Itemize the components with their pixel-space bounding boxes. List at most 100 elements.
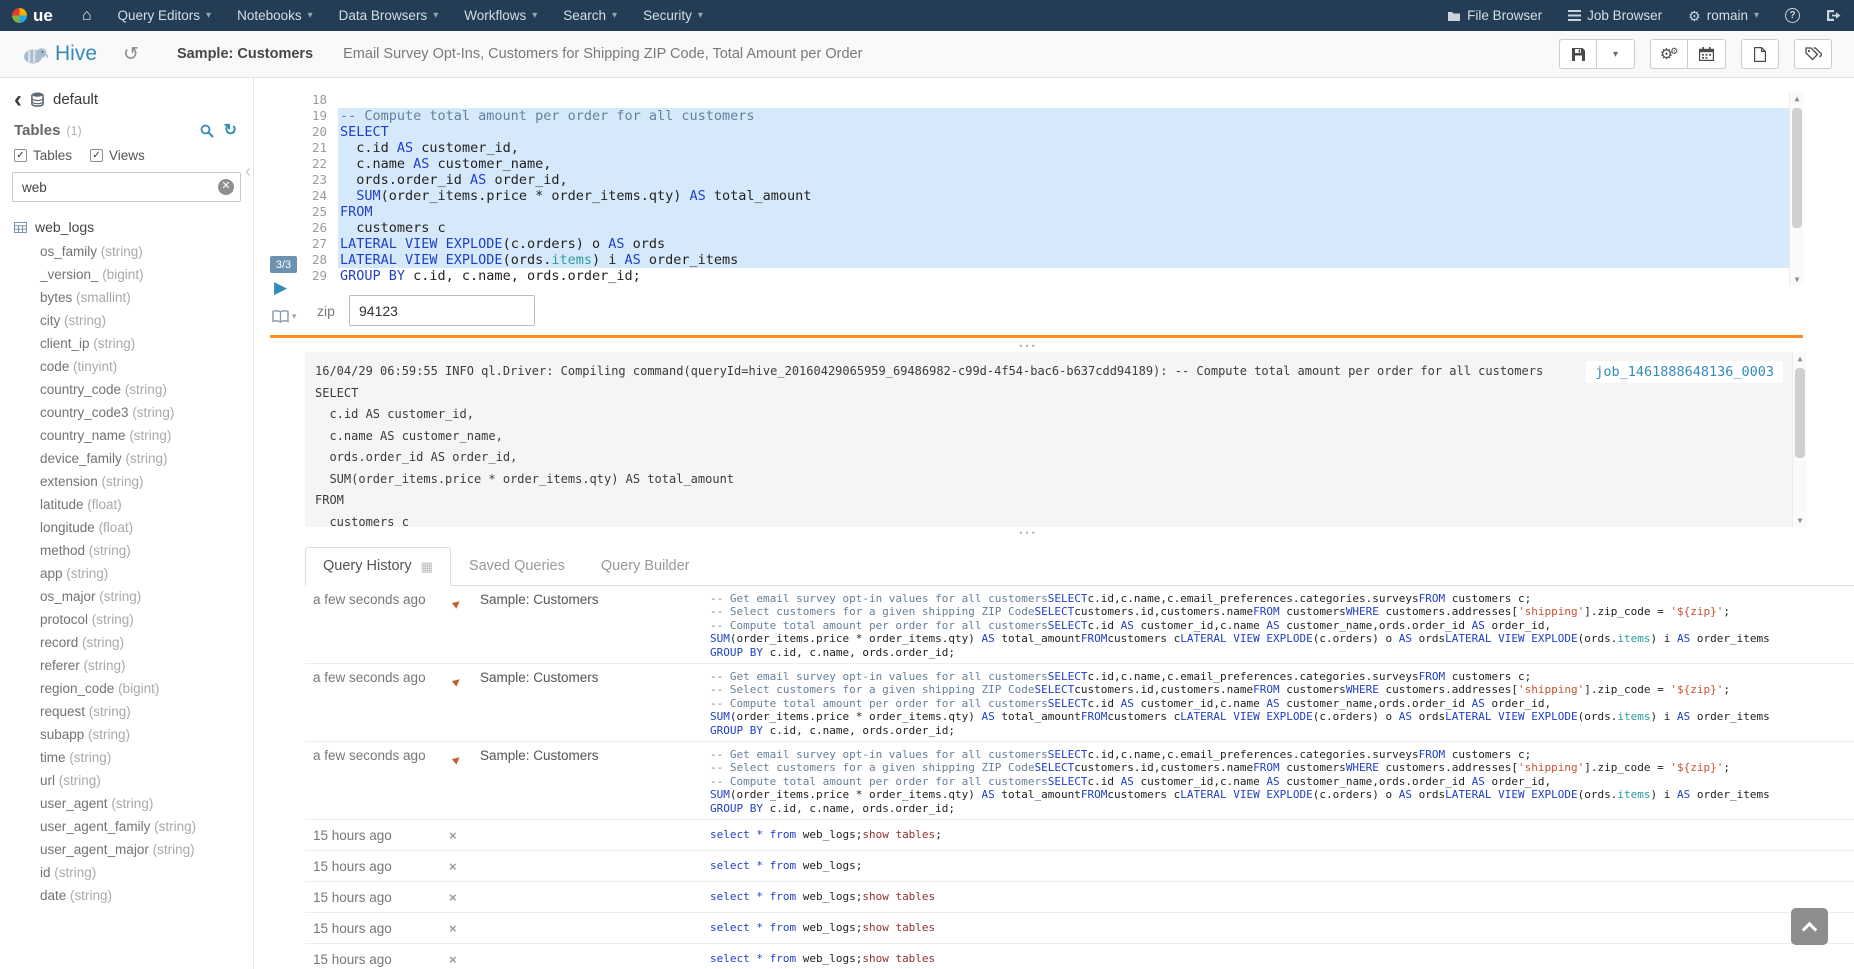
variables-button[interactable]: ▾: [272, 310, 297, 323]
editor-scrollbar[interactable]: ▲ ▼: [1789, 92, 1804, 286]
column-item[interactable]: client_ip (string): [0, 334, 253, 357]
scroll-down-icon[interactable]: ▼: [1790, 275, 1804, 284]
menu-workflows[interactable]: Workflows▾: [451, 0, 550, 31]
history-row[interactable]: a few seconds ago►Sample: Customers-- Ge…: [305, 586, 1854, 664]
editor-line[interactable]: 27LATERAL VIEW EXPLODE(c.orders) o AS or…: [302, 236, 1804, 252]
column-item[interactable]: country_code (string): [0, 380, 253, 403]
editor-line[interactable]: 21 c.id AS customer_id,: [302, 140, 1804, 156]
resize-gripper-icon[interactable]: [254, 343, 1803, 351]
editor-line[interactable]: 28LATERAL VIEW EXPLODE(ords.items) i AS …: [302, 252, 1804, 268]
job-link[interactable]: job_1461888648136_0003: [1586, 361, 1783, 383]
home-button[interactable]: ⌂: [69, 0, 105, 31]
save-dropdown-button[interactable]: ▾: [1597, 39, 1635, 69]
column-item[interactable]: method (string): [0, 541, 253, 564]
job-browser-link[interactable]: Job Browser: [1555, 0, 1675, 31]
filter-views[interactable]: Views: [90, 148, 145, 163]
column-item[interactable]: time (string): [0, 748, 253, 771]
column-item[interactable]: longitude (float): [0, 518, 253, 541]
column-item[interactable]: os_major (string): [0, 587, 253, 610]
file-browser-link[interactable]: File Browser: [1434, 0, 1555, 31]
column-item[interactable]: user_agent_major (string): [0, 840, 253, 863]
column-item[interactable]: latitude (float): [0, 495, 253, 518]
code-editor[interactable]: 1819-- Compute total amount per order fo…: [302, 92, 1804, 286]
column-item[interactable]: url (string): [0, 771, 253, 794]
column-item[interactable]: country_code3 (string): [0, 403, 253, 426]
tab-query-history[interactable]: Query History▦: [305, 547, 451, 586]
column-item[interactable]: os_family (string): [0, 242, 253, 265]
user-menu[interactable]: ⚙ romain ▾: [1675, 0, 1772, 31]
hive-app-link[interactable]: Hive: [22, 42, 97, 66]
menu-security[interactable]: Security▾: [630, 0, 716, 31]
log-scrollbar[interactable]: ▲ ▼: [1792, 352, 1807, 527]
column-item[interactable]: app (string): [0, 564, 253, 587]
scroll-down-icon[interactable]: ▼: [1793, 516, 1807, 525]
help-button[interactable]: ?: [1772, 0, 1813, 31]
column-item[interactable]: country_name (string): [0, 426, 253, 449]
filter-tables[interactable]: Tables: [14, 148, 72, 163]
column-item[interactable]: date (string): [0, 886, 253, 909]
scroll-up-icon[interactable]: ▲: [1793, 354, 1807, 363]
column-item[interactable]: request (string): [0, 702, 253, 725]
table-item[interactable]: web_logs: [0, 210, 253, 239]
menu-query-editors[interactable]: Query Editors▾: [105, 0, 225, 31]
history-row[interactable]: 15 hours ago×select * from web_logs;show…: [305, 820, 1854, 851]
scroll-to-top-button[interactable]: [1791, 908, 1828, 945]
tags-button[interactable]: [1794, 39, 1832, 69]
editor-line[interactable]: 23 ords.order_id AS order_id,: [302, 172, 1804, 188]
column-item[interactable]: user_agent_family (string): [0, 817, 253, 840]
execute-button[interactable]: ▶: [274, 279, 287, 296]
clear-search-icon[interactable]: ✕: [218, 179, 234, 195]
column-item[interactable]: referer (string): [0, 656, 253, 679]
editor-line[interactable]: 20SELECT: [302, 124, 1804, 140]
scroll-thumb[interactable]: [1792, 108, 1802, 228]
column-item[interactable]: user_agent (string): [0, 794, 253, 817]
checkbox-views[interactable]: [90, 149, 103, 162]
editor-line[interactable]: 26 customers c: [302, 220, 1804, 236]
resize-gripper-icon[interactable]: [254, 530, 1803, 538]
history-row[interactable]: 15 hours ago×select * from web_logs;show…: [305, 913, 1854, 944]
database-name[interactable]: default: [53, 91, 98, 108]
tab-saved-queries[interactable]: Saved Queries: [451, 547, 583, 586]
editor-line[interactable]: 19-- Compute total amount per order for …: [302, 108, 1804, 124]
column-item[interactable]: subapp (string): [0, 725, 253, 748]
column-item[interactable]: _version_ (bigint): [0, 265, 253, 288]
menu-notebooks[interactable]: Notebooks▾: [224, 0, 326, 31]
table-search-input[interactable]: [12, 172, 241, 202]
column-item[interactable]: city (string): [0, 311, 253, 334]
column-item[interactable]: code (tinyint): [0, 357, 253, 380]
column-item[interactable]: record (string): [0, 633, 253, 656]
history-row[interactable]: 15 hours ago×select * from web_logs;show…: [305, 944, 1854, 969]
history-row[interactable]: a few seconds ago►Sample: Customers-- Ge…: [305, 664, 1854, 742]
menu-search[interactable]: Search▾: [550, 0, 630, 31]
column-item[interactable]: device_family (string): [0, 449, 253, 472]
editor-line[interactable]: 24 SUM(order_items.price * order_items.q…: [302, 188, 1804, 204]
query-history-icon[interactable]: ↺: [123, 43, 139, 66]
column-item[interactable]: extension (string): [0, 472, 253, 495]
history-row[interactable]: 15 hours ago×select * from web_logs;: [305, 851, 1854, 882]
editor-line[interactable]: 22 c.name AS customer_name,: [302, 156, 1804, 172]
column-item[interactable]: region_code (bigint): [0, 679, 253, 702]
schedule-button[interactable]: [1688, 39, 1726, 69]
column-item[interactable]: protocol (string): [0, 610, 253, 633]
new-document-button[interactable]: [1741, 39, 1779, 69]
settings-button[interactable]: ⚙⚙: [1650, 39, 1688, 69]
collapse-panel-icon[interactable]: ‹: [245, 162, 251, 180]
editor-line[interactable]: 29GROUP BY c.id, c.name, ords.order_id;: [302, 268, 1804, 284]
menu-data-browsers[interactable]: Data Browsers▾: [326, 0, 452, 31]
tab-query-builder[interactable]: Query Builder: [583, 547, 708, 586]
checkbox-tables[interactable]: [14, 149, 27, 162]
column-item[interactable]: bytes (smallint): [0, 288, 253, 311]
search-icon[interactable]: [200, 124, 214, 138]
save-button[interactable]: [1559, 39, 1597, 69]
variable-input[interactable]: [349, 295, 535, 326]
logout-button[interactable]: [1813, 0, 1854, 31]
history-row[interactable]: a few seconds ago►Sample: Customers-- Ge…: [305, 742, 1854, 820]
back-icon[interactable]: ‹: [14, 92, 22, 108]
editor-line[interactable]: 18: [302, 92, 1804, 108]
column-item[interactable]: id (string): [0, 863, 253, 886]
scroll-up-icon[interactable]: ▲: [1790, 94, 1804, 103]
scroll-thumb[interactable]: [1795, 368, 1805, 458]
refresh-icon[interactable]: ↻: [224, 123, 237, 139]
hue-logo[interactable]: ue: [0, 0, 69, 31]
editor-line[interactable]: 25FROM: [302, 204, 1804, 220]
